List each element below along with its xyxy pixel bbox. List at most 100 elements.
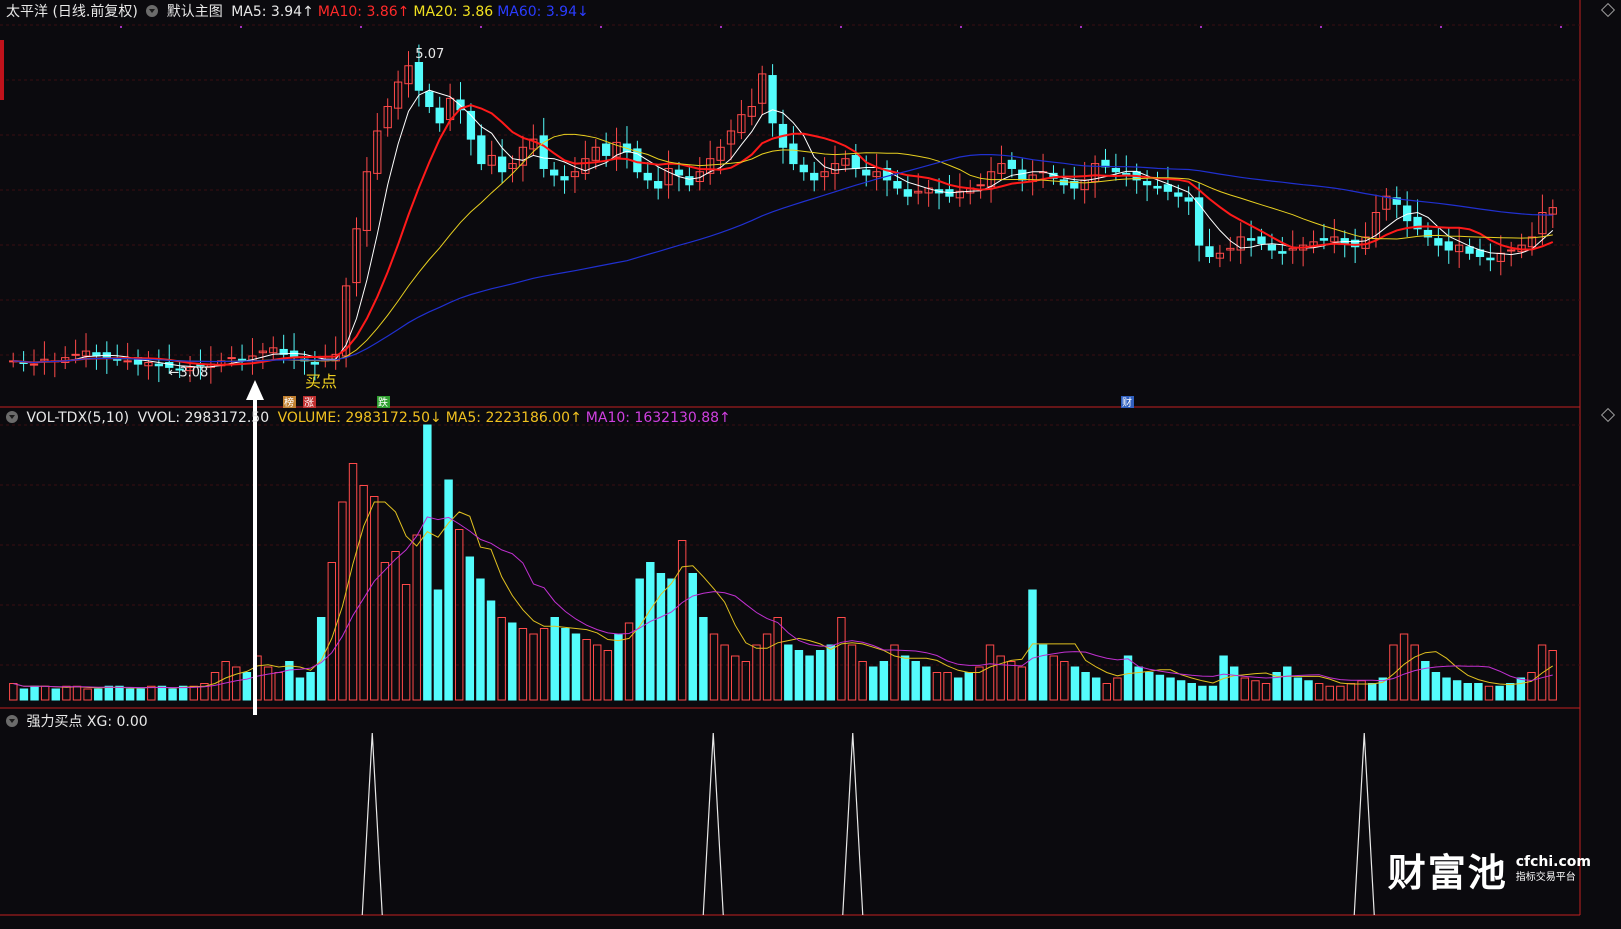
candle-body (123, 360, 132, 363)
candle-body (1465, 246, 1474, 254)
volume-bar (19, 688, 29, 701)
volume-bar (125, 688, 135, 701)
candle-body (654, 181, 663, 189)
low-price-label: ←3.08 (168, 366, 208, 381)
volume-bar (30, 685, 39, 701)
candle-body (1278, 251, 1287, 254)
volume-bar (1187, 683, 1196, 701)
signal-panel-title: 强力买点 XG: 0.00 (26, 714, 148, 730)
volume-bar (614, 633, 623, 701)
volume-bar (1304, 680, 1313, 701)
chart-canvas[interactable]: 5.07 ←3.08 买点榜涨 跌 财 (0, 0, 1621, 925)
price-panel-title: 太平洋 (日线.前复权) (6, 4, 138, 20)
volume-bar (433, 589, 443, 701)
top-marker-dot (1080, 26, 1082, 28)
volume-bar (1431, 672, 1441, 701)
candle-body (29, 363, 39, 366)
volume-bar (656, 573, 666, 701)
vol-label-2: MA10: 1632130.88↑ (585, 410, 731, 426)
price-panel-template[interactable]: 默认主图 (167, 4, 223, 20)
event-marker-3: 财 (1122, 396, 1132, 409)
volume-bar (1145, 672, 1154, 701)
top-marker-dot (240, 26, 242, 28)
signal-collapse-icon[interactable] (6, 715, 18, 727)
volume-bar (1091, 677, 1101, 701)
top-marker-dot (1560, 26, 1562, 28)
volume-bar (550, 617, 559, 701)
candle-body (1111, 167, 1121, 173)
ma-label-3: MA60: 3.94↓ (497, 4, 589, 20)
volume-bar (667, 578, 676, 701)
price-panel-header: 太平洋 (日线.前复权) 默认主图 MA5: 3.94↑ MA10: 3.86↑ M… (6, 3, 597, 21)
buy-point-label: 买点 (305, 372, 337, 391)
volume-bar (805, 655, 814, 701)
candle-body (893, 181, 902, 189)
top-marker-dot (1320, 26, 1322, 28)
candle-body (1507, 249, 1516, 252)
candle-body (154, 363, 163, 367)
candle-body (227, 357, 236, 360)
volume-bar (922, 666, 931, 701)
volume-bar (1208, 685, 1218, 701)
side-tab[interactable] (0, 40, 4, 100)
volume-bar (1474, 683, 1483, 701)
volume-bar (815, 650, 825, 701)
volume-bar (486, 600, 496, 701)
candle-body (1319, 238, 1329, 241)
volume-bar (1283, 666, 1292, 701)
volume-panel-header: VOL-TDX(5,10) VVOL: 2983172.50 VOLUME: 2… (6, 409, 739, 427)
top-marker-dot (480, 26, 482, 28)
volume-panel-title: VOL-TDX(5,10) (26, 410, 130, 426)
volume-bar (953, 677, 963, 701)
volume-bar (794, 650, 804, 701)
volume-bar (1293, 677, 1303, 701)
volume-bar (1463, 683, 1472, 701)
candle-body (1257, 236, 1266, 244)
candle-body (685, 176, 694, 186)
volume-bar (136, 688, 145, 701)
high-price-label: 5.07 (415, 47, 444, 62)
top-marker-dot (720, 26, 722, 28)
volume-bar (1081, 672, 1090, 701)
volume-bar (1421, 661, 1430, 701)
volume-bar (295, 677, 305, 701)
candle-body (550, 169, 559, 176)
candle-body (789, 143, 798, 165)
volume-bar (1070, 666, 1080, 701)
candle-body (851, 154, 860, 169)
background (0, 0, 1621, 925)
vol-label-0: VOLUME: 2983172.50↓ (277, 410, 442, 426)
volume-bar (476, 578, 485, 701)
template-dropdown-icon[interactable] (146, 5, 159, 17)
candle-body (976, 184, 985, 187)
candle-body (1434, 238, 1443, 246)
volume-bar (242, 672, 252, 701)
candle-body (1486, 257, 1495, 261)
candle-body (1163, 184, 1173, 192)
chart-stage: 5.07 ←3.08 买点榜涨 跌 财 太平洋 (日线.前复权) 默认主图 MA5: 3… (0, 0, 1621, 925)
volume-bar (911, 661, 920, 701)
ma-label-2: MA20: 3.86 (413, 4, 494, 20)
volume-bar (444, 479, 453, 701)
volume-bar (94, 688, 103, 701)
volume-collapse-icon[interactable] (6, 411, 18, 423)
volume-bar (879, 661, 889, 701)
candle-body (310, 362, 320, 365)
volume-bar (168, 688, 177, 701)
candle-body (903, 189, 912, 197)
candle-body (113, 358, 122, 361)
signal-panel-header: 强力买点 XG: 0.00 (6, 713, 152, 731)
volume-bar (635, 578, 644, 701)
ma-label-0: MA5: 3.94↑ (231, 4, 314, 20)
candle-body (1018, 169, 1027, 181)
candle-body (237, 358, 247, 361)
candle-body (1444, 241, 1453, 251)
candle-body (497, 156, 507, 173)
candle-body (560, 176, 569, 181)
candle-body (810, 172, 819, 181)
watermark: 财富池 cfchi.com 指标交易平台 (1388, 842, 1591, 897)
candle-body (1007, 159, 1017, 169)
volume-bar (1367, 683, 1377, 701)
event-marker-1: 涨 (304, 397, 314, 409)
volume-bar (1123, 655, 1133, 701)
